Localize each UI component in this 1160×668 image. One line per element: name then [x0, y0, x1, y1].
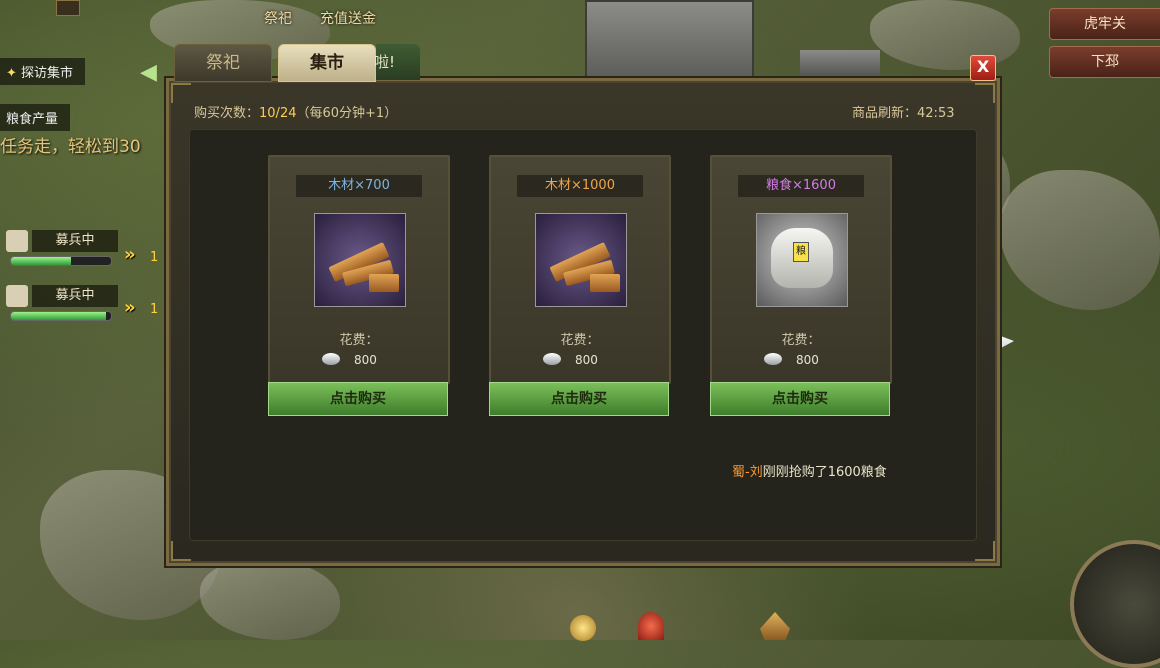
item-name: 粮食×1600 [738, 175, 864, 197]
food-output-label[interactable]: 粮食产量 [0, 104, 71, 131]
recruit-label: 募兵中 [32, 230, 118, 252]
purchase-count-value: 10/24 [259, 106, 297, 121]
rice-icon[interactable]: 粮 [756, 213, 848, 307]
recruit-progress-bar [10, 256, 112, 266]
recharge-gift-label: 充值送金 [320, 11, 376, 27]
avatar-corner-badge [56, 0, 80, 16]
task-hint-text[interactable]: 任务走，轻松到30 [0, 132, 141, 157]
recruit-slot[interactable]: 募兵中 [6, 285, 118, 325]
wood-icon[interactable] [535, 213, 627, 307]
tab-partial[interactable]: 啦! [374, 44, 420, 80]
bottom-coin-icon[interactable] [570, 615, 596, 641]
rice-tag-icon: 粮 [793, 242, 809, 262]
cost-label: 花费： [781, 333, 821, 348]
tab-market[interactable]: 集市 [278, 44, 376, 82]
recruit-progress-bar [10, 311, 112, 321]
speedup-arrows-icon[interactable]: » [124, 244, 136, 265]
cost-value: 800 [575, 353, 598, 367]
cost-value: 800 [796, 353, 819, 367]
close-button[interactable]: X [970, 55, 996, 81]
silver-ingot-icon [764, 353, 782, 365]
cost-label: 花费： [339, 333, 379, 348]
feed-player-name: 蜀-刘 [732, 465, 763, 480]
cost-value: 800 [354, 353, 377, 367]
recharge-gift-button[interactable]: 充值送金 [320, 8, 376, 36]
market-item-card: 木材×700 花费： 800 [268, 155, 450, 384]
recruit-label: 募兵中 [32, 285, 118, 307]
speedup-count: 1 [150, 302, 159, 317]
cost-label: 花费： [560, 333, 600, 348]
item-name: 木材×700 [296, 175, 422, 197]
market-item-card: 粮食×1600 粮 花费： 800 [710, 155, 892, 384]
recruit-slot[interactable]: 募兵中 [6, 230, 118, 270]
speedup-count: 1 [150, 250, 159, 265]
wood-icon[interactable] [314, 213, 406, 307]
visit-market-label[interactable]: ✦ 探访集市 [0, 58, 86, 85]
sacrifice-shortcut-button[interactable]: 祭祀 [264, 8, 292, 36]
silver-ingot-icon [543, 353, 561, 365]
recruit-flag-icon [6, 230, 28, 252]
bottom-general-icon[interactable] [638, 612, 664, 640]
pavilion-building[interactable] [800, 50, 880, 80]
refresh-value: 42:53 [917, 106, 955, 121]
item-name: 木材×1000 [517, 175, 643, 197]
buy-button[interactable]: 点击购买 [268, 382, 448, 416]
fortress-building[interactable] [585, 0, 754, 82]
tab-sacrifice[interactable]: 祭祀 [174, 44, 272, 82]
refresh-timer: 商品刷新：42:53 [852, 102, 954, 121]
feed-text: 刚刚抢购了1600粮食 [762, 465, 887, 480]
purchase-feed: 蜀-刘刚刚抢购了1600粮食 [732, 461, 887, 480]
food-output-text: 粮食产量 [6, 112, 59, 127]
market-sprout-icon: ✦ [6, 66, 17, 81]
silver-ingot-icon [322, 353, 340, 365]
hulao-pass-button[interactable]: 虎牢关 [1049, 8, 1160, 40]
recruit-flag-icon [6, 285, 28, 307]
market-item-card: 木材×1000 花费： 800 [489, 155, 671, 384]
purchase-count-note: （每60分钟+1） [296, 106, 398, 121]
market-arrow-icon[interactable]: ◀ [140, 60, 157, 85]
bottom-pagoda-icon[interactable] [760, 612, 790, 640]
buy-button[interactable]: 点击购买 [489, 382, 669, 416]
visit-market-text: 探访集市 [21, 66, 74, 81]
minimap-dial[interactable] [1070, 540, 1160, 668]
purchase-count-label: 购买次数： [194, 106, 260, 121]
sacrifice-shortcut-label: 祭祀 [264, 11, 292, 27]
xiapi-button[interactable]: 下邳 [1049, 46, 1160, 78]
speedup-arrows-icon[interactable]: » [124, 297, 136, 318]
buy-button[interactable]: 点击购买 [710, 382, 890, 416]
tab-partial-label: 啦! [374, 53, 396, 71]
refresh-label: 商品刷新： [852, 106, 918, 121]
purchase-count: 购买次数：10/24（每60分钟+1） [194, 102, 397, 121]
